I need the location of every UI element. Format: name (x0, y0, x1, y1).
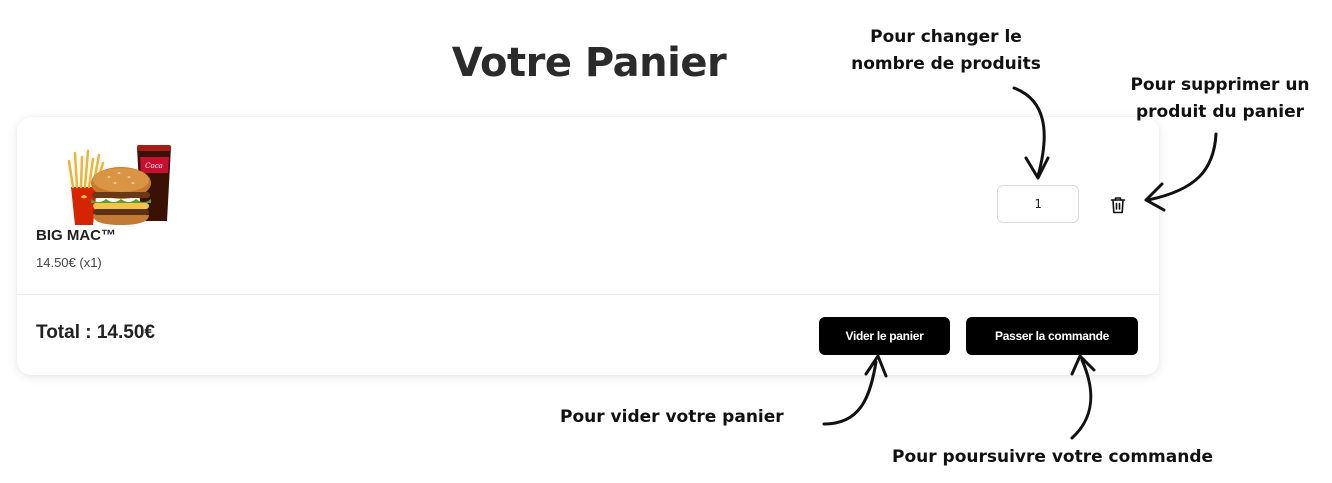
trash-icon[interactable] (1110, 196, 1126, 214)
order-annotation: Pour poursuivre votre commande (892, 447, 1214, 467)
quantity-annotation: Pour changer le nombre de produits (851, 27, 1041, 74)
delete-annotation: Pour supprimer un produit du panier (1130, 75, 1310, 122)
svg-text:Coca: Coca (145, 162, 163, 170)
product-name: BIG MAC™ (36, 227, 116, 244)
product-price: 14.50€ (x1) (36, 255, 102, 270)
quantity-input[interactable] (997, 185, 1079, 223)
cart-total: Total : 14.50€ (36, 322, 155, 343)
cart-card: Coca BIG MAC™ 14.50€ (x1) Total : 14.50€… (17, 117, 1159, 375)
checkout-button[interactable]: Passer la commande (966, 317, 1138, 355)
card-divider (17, 294, 1159, 295)
product-image: Coca (67, 145, 171, 225)
clear-annotation: Pour vider votre panier (560, 407, 784, 427)
clear-cart-button[interactable]: Vider le panier (819, 317, 950, 355)
